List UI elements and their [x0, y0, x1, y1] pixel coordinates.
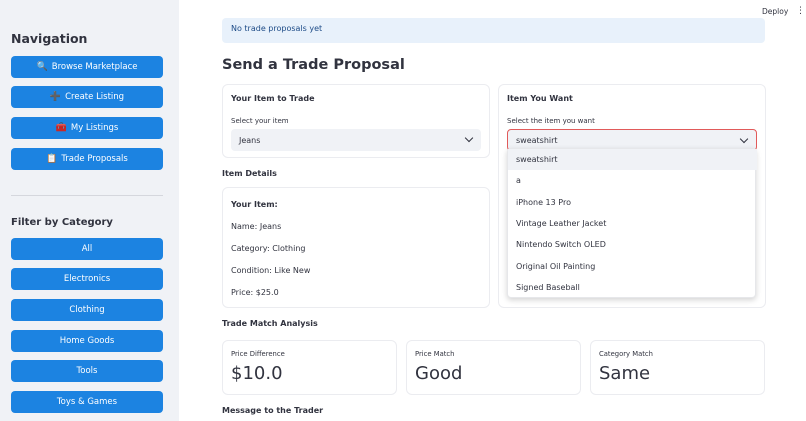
- category-home-goods-button[interactable]: Home Goods: [11, 330, 163, 352]
- trade-analysis-title: Trade Match Analysis: [222, 319, 318, 328]
- want-item-title: Item You Want: [507, 94, 573, 103]
- item-price: Price: $25.0: [231, 288, 279, 297]
- create-listing-button[interactable]: ➕ Create Listing: [11, 86, 163, 108]
- dropdown-option[interactable]: Original Oil Painting: [508, 256, 757, 277]
- dropdown-option[interactable]: Vintage Leather Jacket: [508, 213, 757, 234]
- your-item-select-value: Jeans: [239, 135, 261, 145]
- item-category: Category: Clothing: [231, 244, 306, 253]
- metric-card-price-difference: Price Difference $10.0: [222, 340, 397, 395]
- filter-title: Filter by Category: [11, 217, 113, 228]
- want-item-select-value: sweatshirt: [516, 135, 558, 145]
- your-item-card: Your Item to Trade Select your item Jean…: [222, 84, 490, 158]
- item-details-card: Your Item: Name: Jeans Category: Clothin…: [222, 187, 490, 308]
- dropdown-option[interactable]: iPhone 13 Pro: [508, 192, 757, 213]
- my-listings-button[interactable]: 🧰 My Listings: [11, 117, 163, 139]
- main-menu-icon[interactable]: ⋮: [796, 6, 805, 16]
- toolbox-icon: 🧰: [55, 123, 67, 133]
- metric-label: Price Match: [415, 350, 455, 358]
- metric-card-price-match: Price Match Good: [406, 340, 581, 395]
- dropdown-option[interactable]: Signed Baseball: [508, 277, 757, 298]
- metric-label: Price Difference: [231, 350, 285, 358]
- deploy-button[interactable]: Deploy: [762, 7, 788, 16]
- category-all-button[interactable]: All: [11, 238, 163, 260]
- want-item-select-label: Select the item you want: [507, 117, 595, 125]
- your-item-select[interactable]: Jeans: [231, 129, 481, 151]
- chevron-down-icon: [464, 133, 474, 143]
- magnifier-icon: 🔍: [36, 62, 48, 72]
- info-alert: No trade proposals yet: [222, 18, 765, 43]
- nav-title: Navigation: [11, 31, 88, 46]
- trade-proposals-button[interactable]: 📋 Trade Proposals: [11, 148, 163, 170]
- page-heading: Send a Trade Proposal: [222, 57, 405, 73]
- metric-value: Good: [415, 363, 463, 384]
- item-details-title: Item Details: [222, 169, 277, 178]
- metric-value: Same: [599, 363, 651, 384]
- metric-label: Category Match: [599, 350, 653, 358]
- info-alert-text: No trade proposals yet: [231, 24, 323, 33]
- metric-card-category-match: Category Match Same: [590, 340, 765, 395]
- item-name: Name: Jeans: [231, 222, 282, 231]
- browse-marketplace-label: Browse Marketplace: [51, 62, 138, 72]
- chevron-down-icon: [739, 134, 749, 144]
- my-listings-label: My Listings: [70, 123, 119, 133]
- category-toys-games-button[interactable]: Toys & Games: [11, 391, 163, 413]
- dropdown-option[interactable]: a: [508, 170, 757, 191]
- message-title: Message to the Trader: [222, 406, 324, 415]
- create-listing-label: Create Listing: [65, 92, 125, 102]
- category-electronics-button[interactable]: Electronics: [11, 268, 163, 290]
- dropdown-option[interactable]: Nintendo Switch OLED: [508, 234, 757, 255]
- metric-value: $10.0: [231, 363, 283, 384]
- category-clothing-button[interactable]: Clothing: [11, 299, 163, 321]
- sidebar: Navigation 🔍 Browse Marketplace ➕ Create…: [0, 0, 179, 421]
- clipboard-icon: 📋: [46, 154, 58, 164]
- sidebar-divider: [11, 195, 163, 196]
- your-item-title: Your Item to Trade: [231, 94, 315, 103]
- your-item-select-label: Select your item: [231, 117, 289, 125]
- category-tools-button[interactable]: Tools: [11, 360, 163, 382]
- your-item-heading: Your Item:: [231, 200, 278, 209]
- item-condition: Condition: Like New: [231, 266, 311, 275]
- browse-marketplace-button[interactable]: 🔍 Browse Marketplace: [11, 56, 163, 78]
- want-item-dropdown: sweatshirt a iPhone 13 Pro Vintage Leath…: [507, 148, 757, 298]
- plus-icon: ➕: [49, 92, 62, 102]
- dropdown-option[interactable]: sweatshirt: [508, 149, 757, 170]
- trade-proposals-label: Trade Proposals: [61, 154, 128, 164]
